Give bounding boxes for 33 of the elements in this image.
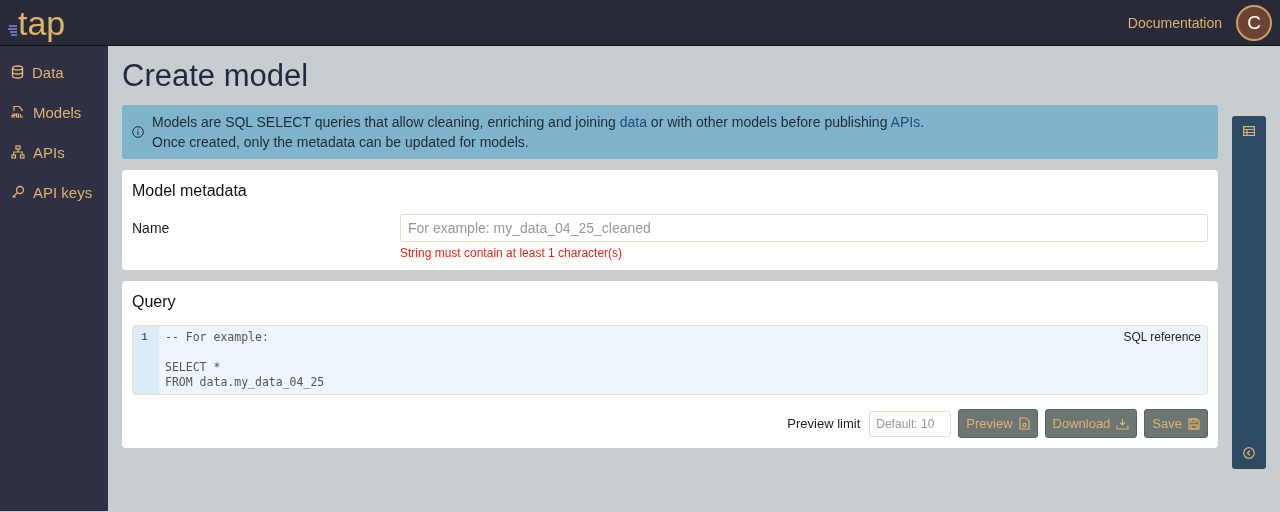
card-title: Model metadata (132, 182, 248, 200)
sidebar-item[interactable]: API keys (0, 172, 108, 212)
sidebar-item[interactable]: APIs (0, 132, 108, 172)
collapse-icon[interactable] (1243, 447, 1255, 459)
code-editor[interactable]: 1 -- For example: SELECT * FROM data.my_data_04_25 SQL reference (132, 325, 1208, 395)
sql-reference-link[interactable]: SQL reference (1123, 330, 1201, 390)
table-icon[interactable] (1243, 126, 1255, 136)
name-field[interactable]: For example: my_data_04_25_cleaned (400, 214, 1208, 242)
code-placeholder: -- For example: SELECT * FROM data.my_data_04_25 (165, 330, 325, 390)
info-text: Models are SQL SELECT queries that allow cleaning, enriching and joining data or with other models before publishing APIs. (152, 113, 925, 132)
error-message: String must contain at least 1 character(s) (400, 246, 624, 260)
field-label: Preview limit (787, 416, 861, 431)
file-icon (1018, 417, 1030, 430)
download-icon (1116, 417, 1130, 430)
documentation-link[interactable]: Documentation (1127, 14, 1222, 31)
info-icon (132, 126, 144, 138)
line-number: 1 (141, 330, 148, 343)
info-text: Once created, only the metadata can be updated for models. (152, 133, 530, 152)
sidebar-item[interactable]: Models (0, 92, 108, 132)
save-icon (1188, 417, 1200, 430)
card-title: Query (132, 293, 177, 311)
database-icon (11, 65, 24, 79)
preview-limit-field[interactable]: Default: 10 (869, 410, 952, 437)
logo-mark-icon (8, 24, 18, 36)
key-icon (11, 185, 25, 199)
sidebar-item[interactable]: Data (0, 52, 108, 92)
tap-logo[interactable]: tap (8, 5, 66, 40)
sitemap-icon (11, 145, 25, 159)
page-title: Create model (122, 58, 310, 94)
sql-file-icon (11, 105, 25, 119)
info-link[interactable]: data (619, 114, 647, 130)
user-avatar[interactable]: C (1236, 4, 1272, 41)
field-label: Name (132, 219, 171, 236)
